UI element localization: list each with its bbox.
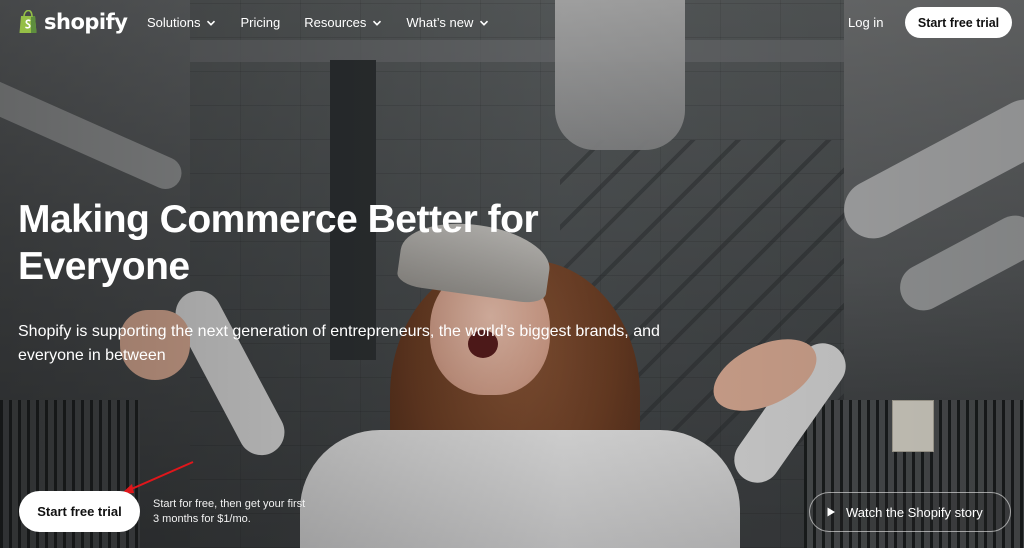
shopify-logo[interactable]: shopify [18,10,128,34]
hero-title: Making Commerce Better for Everyone [18,198,539,288]
trial-offer-note: Start for free, then get your first 3 mo… [153,498,306,525]
nav-item-whats-new[interactable]: What’s new [406,15,489,30]
logo-wordmark: shopify [44,10,128,34]
play-icon [827,507,835,517]
nav-item-label: Pricing [240,15,281,30]
site-header: shopify Solutions Pricing Resources What… [0,0,1024,46]
watch-story-button[interactable]: Watch the Shopify story [809,492,1011,532]
nav-item-label: Resources [304,15,367,30]
start-free-trial-button[interactable]: Start free trial [19,491,140,532]
chevron-down-icon [373,20,382,26]
login-link[interactable]: Log in [848,15,883,30]
header-start-free-trial-button[interactable]: Start free trial [905,7,1012,38]
shopping-bag-icon [19,10,37,33]
chevron-down-icon [480,20,489,26]
nav-item-label: What’s new [406,15,474,30]
nav-item-solutions[interactable]: Solutions [147,15,216,30]
nav-item-label: Solutions [147,15,201,30]
hero-subtitle: Shopify is supporting the next generatio… [18,323,660,364]
main-nav: Solutions Pricing Resources What’s new [147,15,489,30]
watch-story-label: Watch the Shopify story [846,504,983,520]
nav-item-pricing[interactable]: Pricing [240,15,280,30]
nav-item-resources[interactable]: Resources [304,15,382,30]
chevron-down-icon [207,20,216,26]
